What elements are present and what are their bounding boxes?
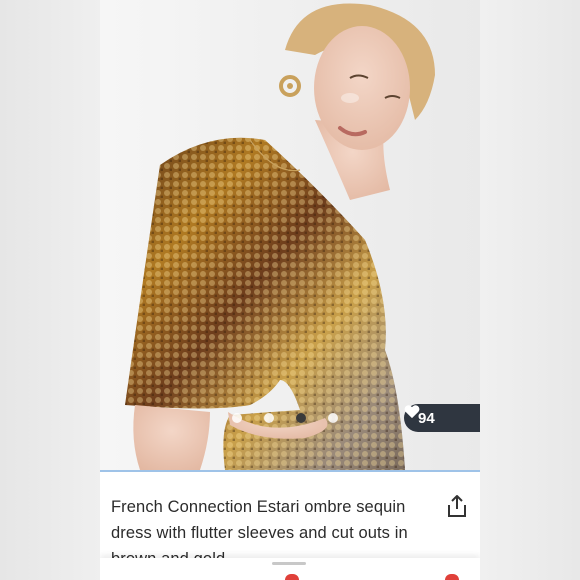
- like-button[interactable]: 94: [404, 404, 480, 432]
- left-backdrop: [0, 0, 100, 580]
- bottom-sheet-bar: [100, 558, 480, 580]
- likes-count: 94: [418, 409, 435, 427]
- product-photo-illustration: [100, 0, 480, 470]
- product-photo[interactable]: 94: [100, 0, 480, 470]
- tab-indicator-icon: [285, 574, 299, 580]
- carousel-dot[interactable]: [232, 413, 242, 423]
- listing-screen: 94 French Connection Estari ombre sequin…: [100, 0, 480, 580]
- carousel-dots: [232, 413, 338, 423]
- carousel-dot-active[interactable]: [296, 413, 306, 423]
- carousel-dot[interactable]: [328, 413, 338, 423]
- carousel-dot[interactable]: [264, 413, 274, 423]
- drag-handle[interactable]: [272, 562, 306, 565]
- heart-icon: [404, 405, 420, 419]
- right-backdrop: [480, 0, 580, 580]
- tab-indicator-icon: [445, 574, 459, 580]
- share-icon[interactable]: [446, 494, 468, 518]
